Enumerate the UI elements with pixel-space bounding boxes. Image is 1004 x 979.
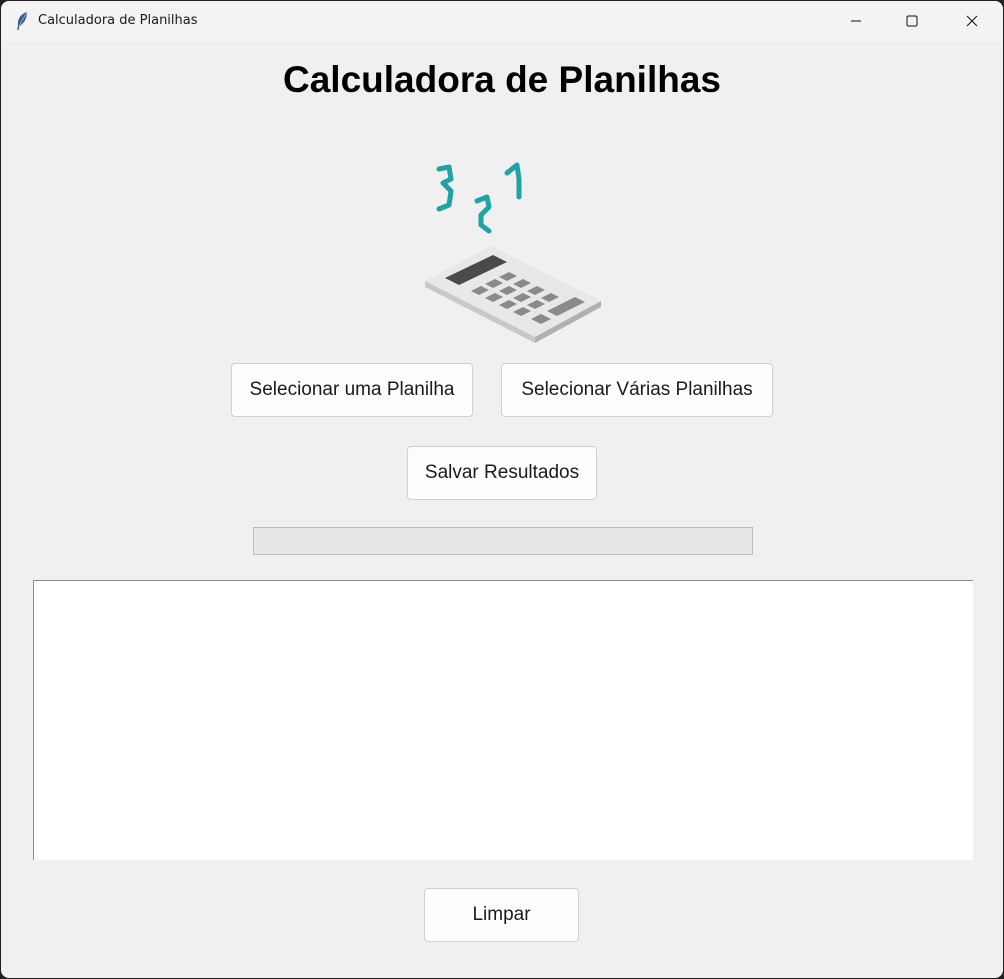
- save-results-button[interactable]: Salvar Resultados: [407, 446, 597, 500]
- window-title: Calculadora de Planilhas: [38, 13, 198, 28]
- feather-icon: [15, 11, 29, 36]
- minimize-icon: [851, 20, 861, 22]
- calculator-icon: [411, 151, 611, 356]
- progress-bar: [253, 527, 753, 555]
- select-multiple-spreadsheets-button[interactable]: Selecionar Várias Planilhas: [501, 363, 773, 417]
- minimize-button[interactable]: [827, 1, 885, 41]
- clear-button[interactable]: Limpar: [424, 888, 579, 942]
- maximize-button[interactable]: [883, 1, 941, 41]
- close-button[interactable]: [943, 1, 1001, 41]
- title-bar: Calculadora de Planilhas: [1, 1, 1003, 41]
- results-textarea[interactable]: [33, 580, 973, 860]
- maximize-icon: [906, 15, 918, 27]
- select-one-spreadsheet-button[interactable]: Selecionar uma Planilha: [231, 363, 473, 417]
- app-window: Calculadora de Planilhas Calculadora de …: [1, 1, 1003, 978]
- close-icon: [966, 15, 978, 27]
- page-title: Calculadora de Planilhas: [283, 59, 721, 100]
